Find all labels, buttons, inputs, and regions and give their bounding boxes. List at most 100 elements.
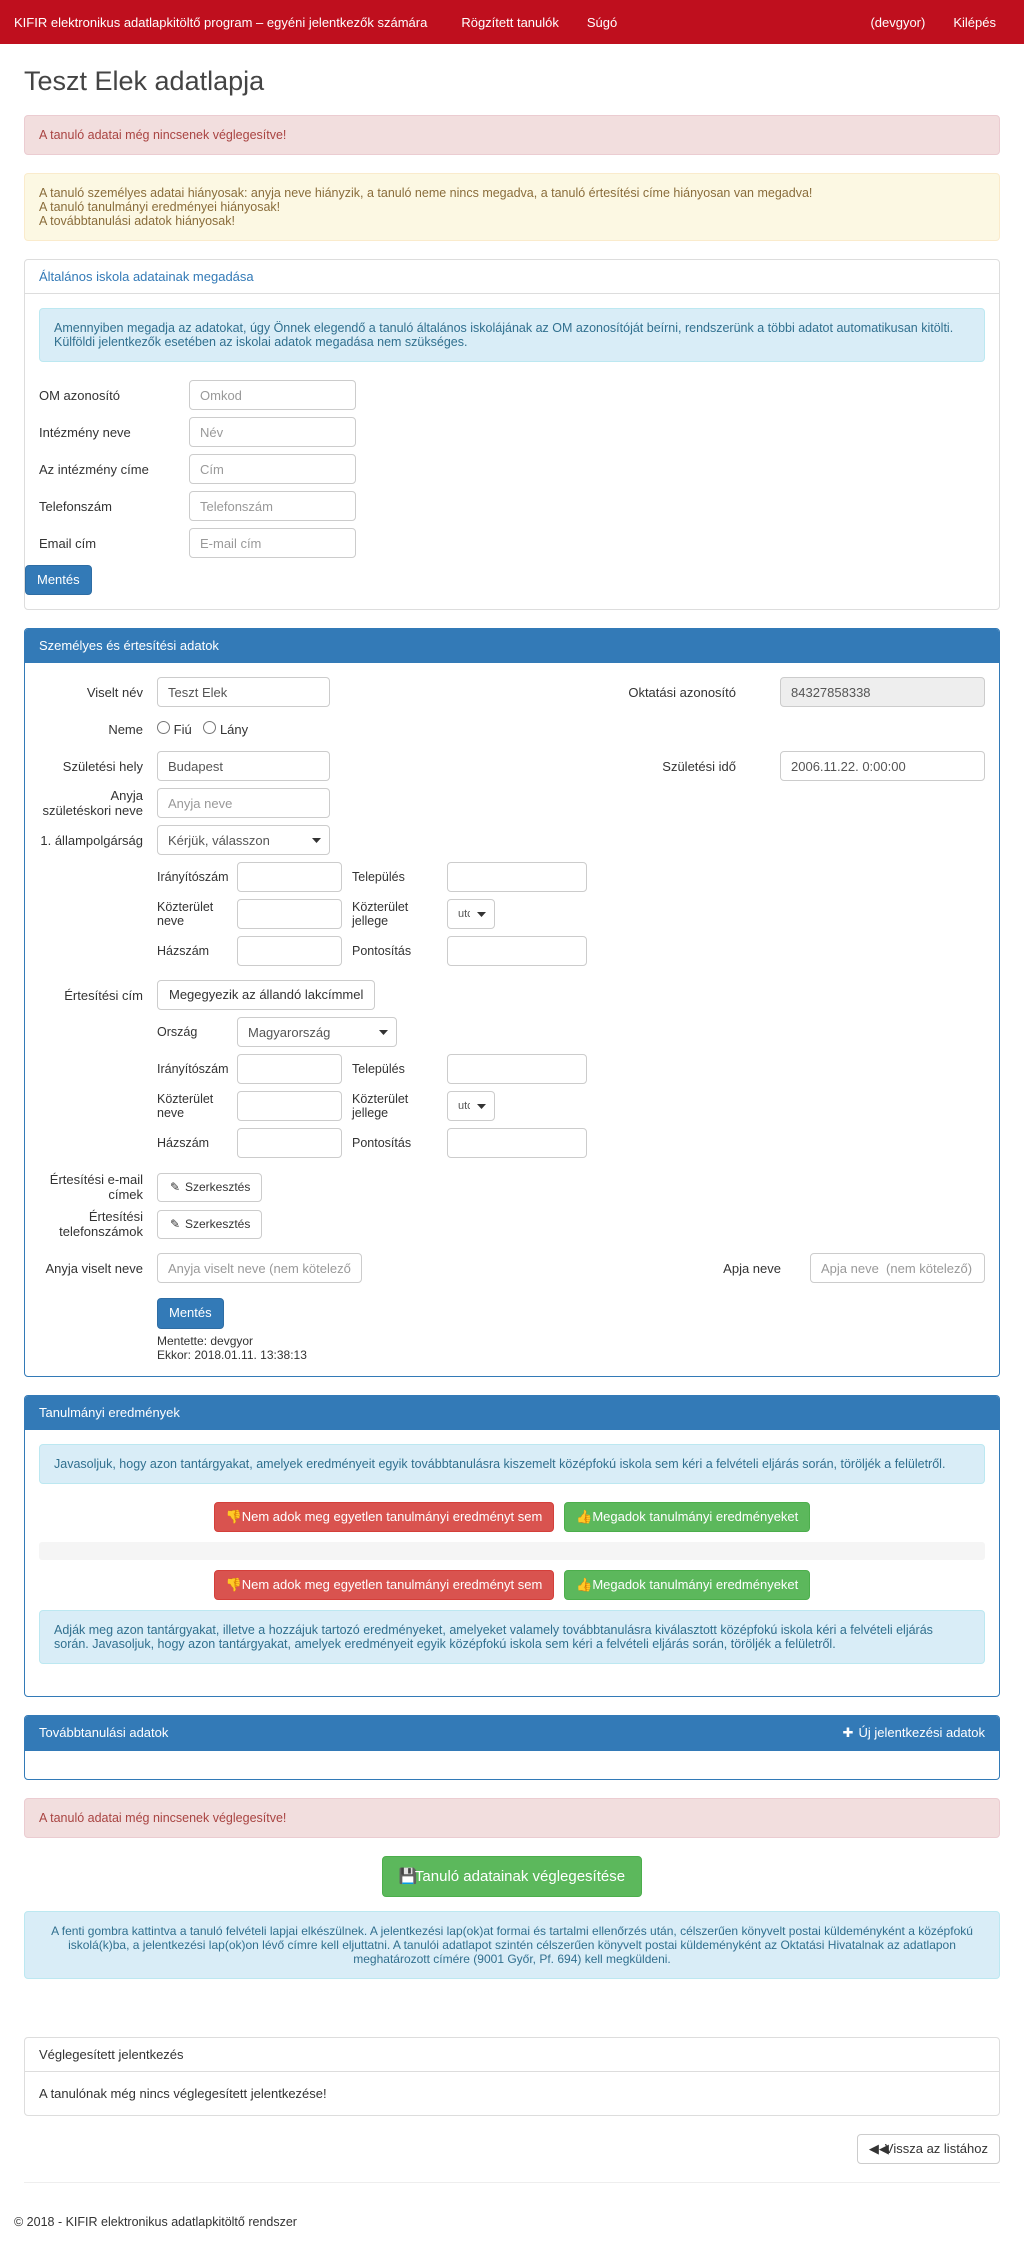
n-detail-input[interactable]: [447, 1128, 587, 1158]
edit-emails-button[interactable]: ✎Szerkesztés: [157, 1173, 262, 1202]
n-num-input[interactable]: [237, 1128, 342, 1158]
nav-help[interactable]: Súgó: [573, 3, 631, 42]
thumbs-down-icon: 👎: [226, 1576, 238, 1594]
no-results-button[interactable]: 👎Nem adok meg egyetlen tanulmányi eredmé…: [214, 1502, 555, 1532]
page-title: Teszt Elek adatlapja: [24, 66, 1000, 97]
navbar: KIFIR elektronikus adatlapkitöltő progra…: [0, 0, 1024, 44]
school-name-input[interactable]: [189, 417, 356, 447]
school-addr-input[interactable]: [189, 454, 356, 484]
om-input[interactable]: [189, 380, 356, 410]
female-label: Lány: [220, 722, 248, 737]
edit-phones-button[interactable]: ✎Szerkesztés: [157, 1210, 262, 1239]
female-radio[interactable]: [203, 721, 216, 734]
street-input[interactable]: [237, 899, 342, 929]
om-label: OM azonosító: [39, 388, 189, 403]
nav-user[interactable]: (devgyor): [856, 3, 939, 42]
birthplace-input[interactable]: [157, 751, 330, 781]
yes-results-button[interactable]: 👍Megadok tanulmányi eredményeket: [564, 1502, 810, 1532]
city-label: Település: [352, 870, 447, 884]
school-email-label: Email cím: [39, 536, 189, 551]
thumbs-up-icon: 👍: [576, 1508, 588, 1526]
results-heading[interactable]: Tanulmányi eredmények: [25, 1396, 999, 1430]
alert-not-finalized: A tanuló adatai még nincsenek véglegesít…: [24, 115, 1000, 155]
final-panel: Véglegesített jelentkezés A tanulónak mé…: [24, 2037, 1000, 2116]
yes-results-button-2[interactable]: 👍Megadok tanulmányi eredményeket: [564, 1570, 810, 1600]
n-street-input[interactable]: [237, 1091, 342, 1121]
final-heading: Véglegesített jelentkezés: [25, 2038, 999, 2072]
n-zip-input[interactable]: [237, 1054, 342, 1084]
zip-input[interactable]: [237, 862, 342, 892]
same-address-button[interactable]: Megegyezik az állandó lakcímmel: [157, 980, 375, 1010]
back-icon: ◀◀: [869, 2140, 881, 2158]
save-icon: 💾: [399, 1866, 411, 1887]
city-input[interactable]: [447, 862, 587, 892]
birthdate-input[interactable]: [780, 751, 985, 781]
oid-label: Oktatási azonosító: [628, 685, 750, 700]
citizen1-label: 1. állampolgárság: [39, 833, 157, 848]
n-zip-label: Irányítószám: [157, 1062, 237, 1076]
n-country-select[interactable]: Magyarország: [237, 1017, 397, 1047]
male-label: Fiú: [174, 722, 192, 737]
detail-input[interactable]: [447, 936, 587, 966]
school-heading[interactable]: Általános iskola adatainak megadása: [25, 260, 999, 294]
mother-label: Anyja születéskori neve: [39, 788, 157, 818]
detail-label: Pontosítás: [352, 944, 447, 958]
male-radio[interactable]: [157, 721, 170, 734]
emails-label: Értesítési e-mail címek: [39, 1172, 157, 1202]
father-input[interactable]: [810, 1253, 985, 1283]
school-name-label: Intézmény neve: [39, 425, 189, 440]
school-email-input[interactable]: [189, 528, 356, 558]
num-input[interactable]: [237, 936, 342, 966]
street-label: Közterület neve: [157, 900, 237, 928]
back-button[interactable]: ◀◀Vissza az listához: [857, 2134, 1000, 2164]
nav-logout[interactable]: Kilépés: [939, 3, 1010, 42]
no-results-button-2[interactable]: 👎Nem adok meg egyetlen tanulmányi eredmé…: [214, 1570, 555, 1600]
footer: © 2018 - KIFIR elektronikus adatlapkitöl…: [0, 2201, 1024, 2243]
results-info2: Adják meg azon tantárgyakat, illetve a h…: [39, 1610, 985, 1664]
name-input[interactable]: [157, 677, 330, 707]
personal-save-button[interactable]: Mentés: [157, 1298, 224, 1328]
father-label: Apja neve: [723, 1261, 795, 1276]
streettype-label: Közterület jellege: [352, 900, 447, 928]
mother-full-input[interactable]: [157, 1253, 362, 1283]
oid-input: [780, 677, 985, 707]
personal-panel: Személyes és értesítési adatok Viselt né…: [24, 628, 1000, 1376]
n-streettype-select[interactable]: utca: [447, 1091, 495, 1121]
mother-full-label: Anyja viselt neve: [39, 1261, 157, 1276]
final-text: A tanulónak még nincs véglegesített jele…: [25, 2072, 999, 2115]
n-streettype-label: Közterület jellege: [352, 1092, 447, 1120]
saved-by: Mentette: devgyor: [157, 1334, 985, 1348]
saved-at: Ekkor: 2018.01.11. 13:38:13: [157, 1348, 985, 1362]
edit-icon: ✎: [169, 1179, 181, 1196]
mother-input[interactable]: [157, 788, 330, 818]
n-country-label: Ország: [157, 1025, 237, 1039]
streettype-select[interactable]: utca: [447, 899, 495, 929]
birthdate-label: Születési idő: [662, 759, 750, 774]
add-application-button[interactable]: ✚Új jelentkezési adatok: [843, 1725, 985, 1741]
finalize-button[interactable]: 💾Tanuló adatainak véglegesítése: [382, 1856, 642, 1897]
brand[interactable]: KIFIR elektronikus adatlapkitöltő progra…: [14, 3, 447, 42]
thumbs-down-icon: 👎: [226, 1508, 238, 1526]
school-panel: Általános iskola adatainak megadása Amen…: [24, 259, 1000, 610]
n-city-label: Település: [352, 1062, 447, 1076]
school-save-button[interactable]: Mentés: [25, 565, 92, 595]
n-detail-label: Pontosítás: [352, 1136, 447, 1150]
citizen1-select[interactable]: Kérjük, válasszon: [157, 825, 330, 855]
alert-not-finalized-2: A tanuló adatai még nincsenek véglegesít…: [24, 1798, 1000, 1838]
nav-recorded[interactable]: Rögzített tanulók: [447, 3, 573, 42]
school-info: Amennyiben megadja az adatokat, úgy Önne…: [39, 308, 985, 362]
notif-addr-label: Értesítési cím: [39, 988, 157, 1003]
phones-label: Értesítési telefonszámok: [39, 1209, 157, 1239]
further-heading[interactable]: Továbbtanulási adatok ✚Új jelentkezési a…: [25, 1716, 999, 1751]
n-street-label: Közterület neve: [157, 1092, 237, 1120]
n-city-input[interactable]: [447, 1054, 587, 1084]
name-label: Viselt név: [39, 685, 157, 700]
personal-heading[interactable]: Személyes és értesítési adatok: [25, 629, 999, 663]
results-info: Javasoljuk, hogy azon tantárgyakat, amel…: [39, 1444, 985, 1484]
results-panel: Tanulmányi eredmények Javasoljuk, hogy a…: [24, 1395, 1000, 1697]
num-label: Házszám: [157, 944, 237, 958]
further-panel: Továbbtanulási adatok ✚Új jelentkezési a…: [24, 1715, 1000, 1780]
divider-bar: [39, 1542, 985, 1560]
school-phone-input[interactable]: [189, 491, 356, 521]
birthplace-label: Születési hely: [39, 759, 157, 774]
